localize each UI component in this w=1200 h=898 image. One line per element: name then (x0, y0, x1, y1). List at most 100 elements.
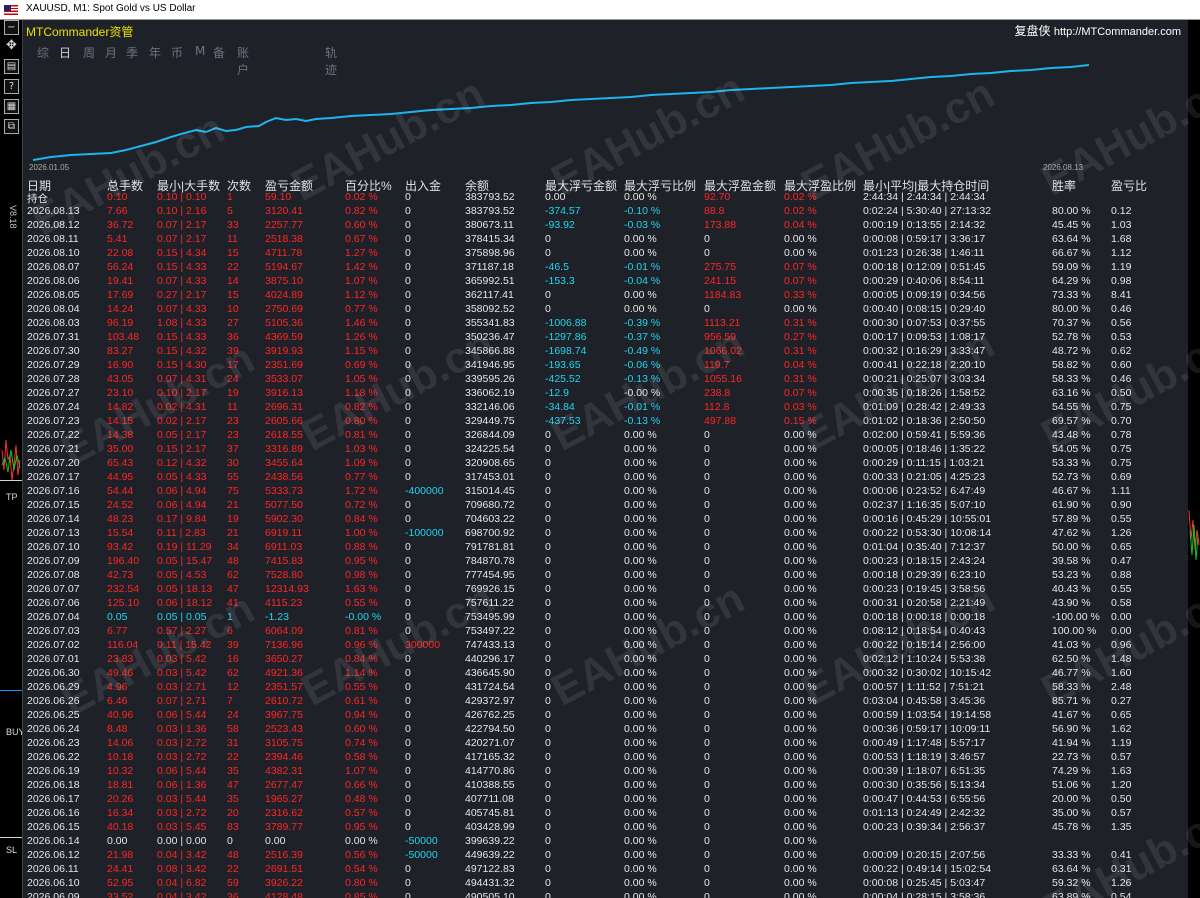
col-count: 23 (227, 415, 239, 427)
table-row: 2026.06.11 24.41 0.08 | 3.42 22 2691.51 0.54 … (27, 863, 1187, 877)
table-row: 2026.07.01 23.83 0.03 | 5.42 16 3650.27 0.84 … (27, 653, 1187, 667)
col-pl-ratio: 1.20 (1111, 779, 1132, 791)
col-deposit: -100000 (405, 527, 444, 539)
col-balance: 410388.55 (465, 779, 515, 791)
col-deposit: 0 (405, 583, 411, 595)
col-pnl: 7415.83 (265, 555, 303, 567)
col-count: 75 (227, 485, 239, 497)
site-link[interactable]: 复盘侠 http://MTCommander.com (1014, 22, 1181, 39)
col-win-rate: 64.29 % (1052, 275, 1091, 287)
col-max-float-loss-pct: 0.00 % (624, 891, 657, 898)
col-min-max-lots: 0.03 | 2.72 (157, 751, 207, 763)
restore-icon[interactable]: ⧉ (4, 119, 19, 134)
col-max-float-loss: 0 (545, 821, 551, 833)
site-url[interactable]: http://MTCommander.com (1054, 26, 1181, 38)
tab-day[interactable]: 日 (59, 44, 71, 61)
col-percent: 0.77 % (345, 471, 378, 483)
col-max-float-loss: 0 (545, 793, 551, 805)
col-min-max-lots: 0.03 | 5.42 (157, 653, 207, 665)
price-level-line (0, 690, 22, 691)
sl-level-line (0, 837, 22, 838)
col-max-float-loss-pct: 0.00 % (624, 639, 657, 651)
col-pnl: 2351.57 (265, 681, 303, 693)
col-count: 33 (227, 219, 239, 231)
tab-note[interactable]: 备 (213, 44, 225, 61)
col-min-max-lots: 0.02 | 2.17 (157, 415, 207, 427)
col-date: 2026.08.04 (27, 303, 80, 315)
col-percent: 0.82 % (345, 205, 378, 217)
col-hold-time: 0:00:04 | 0:28:15 | 3:58:36 (863, 891, 986, 898)
col-max-float-loss-pct: 0.00 % (624, 653, 657, 665)
col-win-rate: 46.77 % (1052, 667, 1091, 679)
pin-icon[interactable]: ▤ (4, 59, 19, 74)
col-date: 2026.06.24 (27, 723, 80, 735)
col-total-lots: 18.81 (107, 779, 134, 791)
col-min-max-lots: 0.10 | 2.17 (157, 387, 207, 399)
col-max-float-loss-pct: -0.00 % (624, 387, 661, 399)
col-pnl: 2618.55 (265, 429, 303, 441)
col-hold-time: 0:00:21 | 0:25:07 | 3:03:34 (863, 373, 986, 385)
table-row: 2026.07.22 14.38 0.05 | 2.17 23 2618.55 0.81 … (27, 429, 1187, 443)
col-hold-time: 0:00:23 | 0:39:34 | 2:56:37 (863, 821, 986, 833)
col-pnl: 5105.36 (265, 317, 303, 329)
version-label: V8.18 (8, 205, 18, 229)
col-pnl: 2316.62 (265, 807, 303, 819)
col-hold-time: 0:00:35 | 0:18:26 | 1:58:52 (863, 387, 986, 399)
col-max-float-loss-pct: -0.13 % (624, 415, 661, 427)
tab-quarter[interactable]: 季 (126, 44, 138, 61)
table-row: 2026.06.22 10.18 0.03 | 2.72 22 2394.46 0.58 … (27, 751, 1187, 765)
col-count: 48 (227, 555, 239, 567)
col-balance: 315014.45 (465, 485, 515, 497)
col-pl-ratio: 0.57 (1111, 751, 1132, 763)
col-win-rate: 46.67 % (1052, 485, 1091, 497)
col-max-float-loss: 0 (545, 611, 551, 623)
col-hold-time: 0:01:09 | 0:28:42 | 2:49:33 (863, 401, 986, 413)
col-hold-time: 0:00:30 | 0:35:56 | 5:13:34 (863, 779, 986, 791)
col-max-float-profit-pct: 0.00 % (784, 709, 817, 721)
col-max-float-profit: 0 (704, 695, 710, 707)
move-icon[interactable]: ✥ (4, 39, 19, 54)
col-max-float-profit-pct: 0.03 % (784, 401, 817, 413)
col-hold-time: 0:00:23 | 0:18:15 | 2:43:24 (863, 555, 986, 567)
col-hold-time: 0:00:39 | 1:18:07 | 6:51:35 (863, 765, 986, 777)
col-hold-time: 0:00:09 | 0:20:15 | 2:07:56 (863, 849, 986, 861)
col-max-float-loss-pct: 0.00 % (624, 541, 657, 553)
brand-title: MTCommander资管 (26, 25, 134, 39)
minimize-icon[interactable]: − (4, 20, 19, 35)
col-max-float-profit: 0 (704, 765, 710, 777)
col-max-float-profit-pct: 0.27 % (784, 331, 817, 343)
tab-month[interactable]: 月 (105, 44, 117, 61)
col-deposit: 300000 (405, 639, 441, 651)
col-balance: 769926.15 (465, 583, 515, 595)
table-row: 2026.07.31 103.48 0.15 | 4.33 36 4369.59 1.26… (27, 331, 1187, 345)
col-percent: 0.94 % (345, 709, 378, 721)
col-pl-ratio: 0.53 (1111, 331, 1132, 343)
col-date: 2026.07.08 (27, 569, 80, 581)
tab-currency[interactable]: 币 (171, 44, 183, 61)
col-max-float-profit: 0 (704, 639, 710, 651)
tab-magic[interactable]: M (195, 44, 205, 58)
col-date: 2026.07.03 (27, 625, 80, 637)
col-deposit: -400000 (405, 485, 444, 497)
help-icon[interactable]: ? (4, 79, 19, 94)
col-max-float-loss: 0 (545, 569, 551, 581)
table-row: 2026.07.15 24.52 0.06 | 4.94 21 5077.50 0.72 … (27, 499, 1187, 513)
col-deposit: 0 (405, 359, 411, 371)
col-pl-ratio: 1.19 (1111, 261, 1132, 273)
col-max-float-loss: 0 (545, 779, 551, 791)
tab-week[interactable]: 周 (83, 44, 95, 61)
col-pnl: 3533.07 (265, 373, 303, 385)
tab-year[interactable]: 年 (149, 44, 161, 61)
col-percent: 0.55 % (345, 681, 378, 693)
col-deposit: 0 (405, 191, 411, 203)
tab-summary[interactable]: 综 (37, 44, 49, 61)
col-max-float-loss-pct: 0.00 % (624, 737, 657, 749)
col-count: 1 (227, 191, 233, 203)
col-max-float-loss-pct: 0.00 % (624, 597, 657, 609)
col-balance: 371187.18 (465, 261, 514, 273)
col-min-max-lots: 0.15 | 4.34 (157, 247, 207, 259)
grid-icon[interactable]: ▦ (4, 99, 19, 114)
col-balance: 420271.07 (465, 737, 515, 749)
col-total-lots: 15.54 (107, 527, 134, 539)
col-hold-time: 0:00:18 | 0:00:18 | 0:00:18 (863, 611, 986, 623)
